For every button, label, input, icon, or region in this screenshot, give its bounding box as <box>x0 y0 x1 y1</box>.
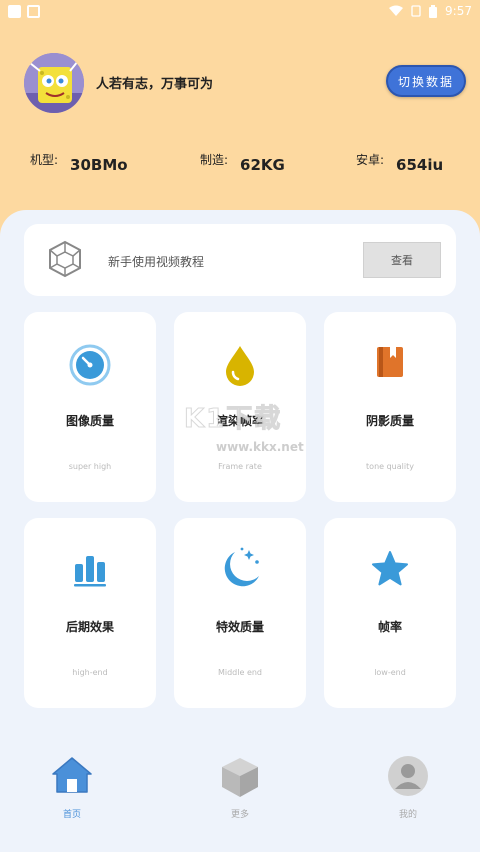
user-icon <box>388 756 428 796</box>
slogan-text: 人若有志，万事可为 <box>96 77 214 92</box>
nav-profile[interactable]: 我的 <box>368 755 448 820</box>
view-button[interactable]: 查看 <box>363 242 441 278</box>
card-title: 阴影质量 <box>365 414 414 428</box>
clock: 9:57 <box>445 4 472 18</box>
battery-icon <box>429 4 438 18</box>
nav-more[interactable]: 更多 <box>200 755 280 820</box>
device-stats: 机型: 30BMo 制造: 62KG 安卓: 654iu <box>0 150 480 180</box>
cube-icon <box>222 758 258 797</box>
card-subtitle: Frame rate <box>218 462 262 471</box>
card-effect-quality[interactable]: 特效质量 Middle end <box>174 518 306 708</box>
nav-label: 我的 <box>398 810 417 820</box>
nav-label: 首页 <box>62 810 81 820</box>
card-subtitle: super high <box>68 462 112 471</box>
status-bar: 9:57 <box>0 0 480 22</box>
tutorial-banner[interactable]: 新手使用视频教程 查看 <box>24 224 456 296</box>
watermark: K1下载 www.kkx.net <box>180 398 310 458</box>
watermark-url: www.kkx.net <box>216 440 304 454</box>
card-post-effects[interactable]: 后期效果 high-end <box>24 518 156 708</box>
home-icon <box>52 757 92 793</box>
star-icon <box>372 551 408 586</box>
card-subtitle: low-end <box>374 668 406 677</box>
card-frame-rate-2[interactable]: 帧率 low-end <box>324 518 456 708</box>
watermark-logo: K1下载 <box>183 404 283 435</box>
stat-value: 62KG <box>240 156 285 174</box>
avatar-image <box>24 53 84 113</box>
stat-label: 机型: <box>30 153 59 167</box>
card-image-quality[interactable]: 图像质量 super high <box>24 312 156 502</box>
card-subtitle: Middle end <box>217 668 263 677</box>
stat-label: 制造: <box>200 153 229 167</box>
card-shadow-quality[interactable]: 阴影质量 tone quality <box>324 312 456 502</box>
card-title: 图像质量 <box>65 414 114 428</box>
stat-value: 30BMo <box>70 156 128 174</box>
notification-icon <box>8 4 21 18</box>
nav-label: 更多 <box>230 810 249 820</box>
bars-icon <box>74 556 106 587</box>
stat-value: 654iu <box>396 156 444 174</box>
card-subtitle: tone quality <box>366 462 414 471</box>
tutorial-text: 新手使用视频教程 <box>108 255 205 269</box>
wifi-icon <box>389 5 404 16</box>
notification-icon <box>27 4 40 18</box>
hexagon-cube-icon <box>49 240 81 278</box>
stat-weight: 制造: 62KG <box>200 150 285 174</box>
stat-label: 安卓: <box>356 153 385 167</box>
card-title: 特效质量 <box>215 620 264 634</box>
stat-model: 机型: 30BMo <box>30 150 128 174</box>
card-title: 帧率 <box>377 620 402 634</box>
stat-android: 安卓: 654iu <box>356 150 443 174</box>
bottom-nav: 首页 更多 我的 <box>0 755 480 835</box>
nav-home[interactable]: 首页 <box>32 755 112 820</box>
moon-icon <box>224 547 259 587</box>
avatar[interactable] <box>24 53 84 113</box>
no-sim-icon <box>411 5 421 17</box>
card-title: 后期效果 <box>65 620 114 634</box>
card-subtitle: high-end <box>72 668 108 677</box>
book-icon <box>377 347 403 377</box>
switch-data-button[interactable]: 切换数据 <box>386 65 466 97</box>
drop-icon <box>226 346 254 386</box>
gauge-icon <box>69 344 111 386</box>
